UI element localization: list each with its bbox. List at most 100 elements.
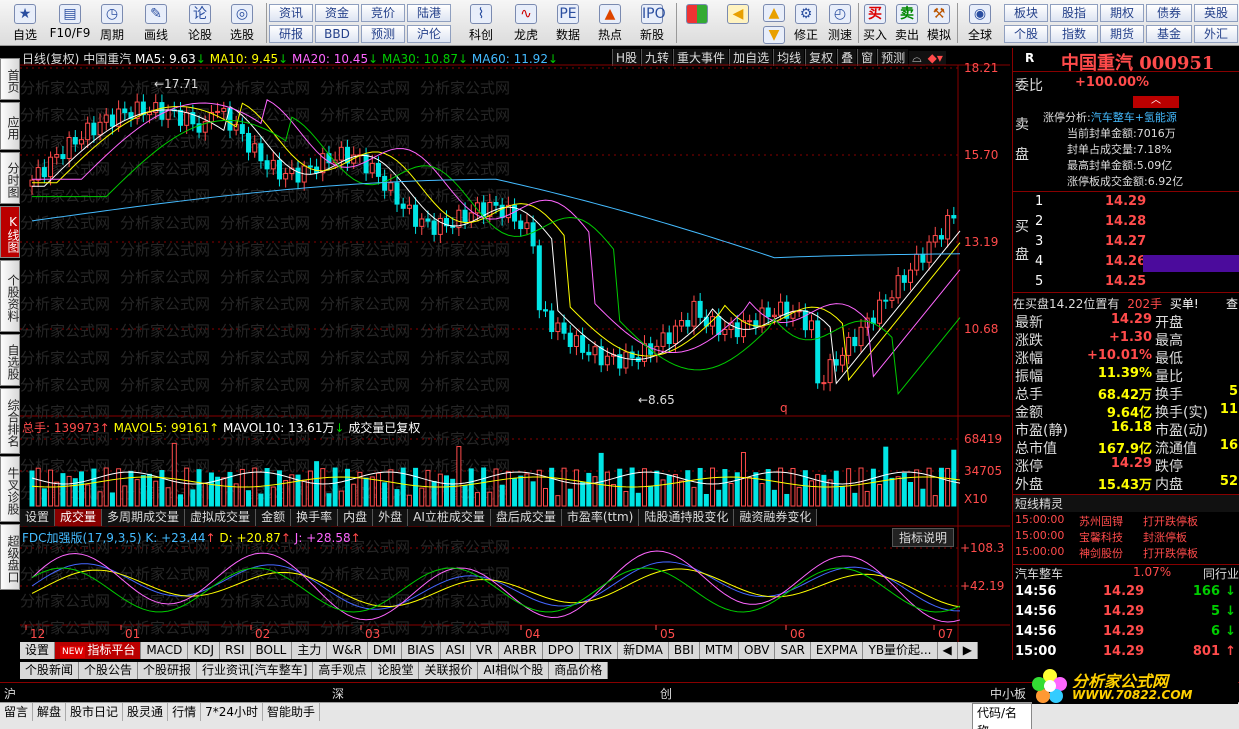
toolbar-longhu-button[interactable]: ∿ 龙虎 bbox=[506, 2, 546, 44]
indicator-tab[interactable]: 设置 bbox=[20, 642, 56, 659]
toolbar-stockindex-button[interactable]: 股指 bbox=[1050, 4, 1098, 22]
news-tab[interactable]: 个股新闻 bbox=[20, 662, 80, 679]
zxb-index-label[interactable]: 中小板 bbox=[990, 685, 1026, 702]
toolbar-simulate-button[interactable]: ⚒ 模拟 bbox=[924, 2, 954, 44]
volume-tab[interactable]: 内盘 bbox=[338, 509, 374, 526]
toolbar-forex-button[interactable]: 外汇 bbox=[1194, 25, 1238, 43]
toolbar-zixuan-button[interactable]: ★ 自选 bbox=[4, 2, 46, 44]
indicator-tab[interactable]: 新DMA bbox=[618, 642, 669, 659]
volume-tab[interactable]: 盘后成交量 bbox=[490, 509, 562, 526]
scroll-right-icon[interactable]: ▶ bbox=[957, 642, 978, 659]
collapse-toggle[interactable]: ︿ bbox=[1133, 96, 1179, 108]
volume-tab[interactable]: 设置 bbox=[20, 509, 56, 526]
indicator-tab[interactable]: DMI bbox=[367, 642, 403, 659]
news-tab[interactable]: 个股公告 bbox=[79, 662, 139, 679]
shortline-row[interactable]: 15:00:00 神剑股份 打开跌停板 bbox=[1013, 545, 1239, 561]
bid-row[interactable]: 2 14.28 bbox=[1013, 214, 1239, 233]
volume-tab[interactable]: AI立桩成交量 bbox=[408, 509, 491, 526]
tab-watchlist[interactable]: 自选股 bbox=[0, 334, 20, 386]
toolbar-f10-button[interactable]: ▤ F10/F9 bbox=[48, 2, 92, 44]
tab-intraday[interactable]: 分时图 bbox=[0, 152, 20, 204]
volume-tab[interactable]: 陆股通持股变化 bbox=[639, 509, 735, 526]
tab-ranking[interactable]: 综合排名 bbox=[0, 388, 20, 454]
indicator-tab[interactable]: ARBR bbox=[498, 642, 543, 659]
sector-row[interactable]: 汽车整车 1.07% 同行业 bbox=[1013, 564, 1239, 582]
toolbar-ipo-button[interactable]: IPO 新股 bbox=[632, 2, 672, 44]
tab-home[interactable]: 首页 bbox=[0, 58, 20, 100]
toolbar-hot-button[interactable]: ▲ 热点 bbox=[590, 2, 630, 44]
toolbar-research-button[interactable]: 研报 bbox=[269, 25, 313, 43]
volume-tab[interactable]: 市盈率(ttm) bbox=[561, 509, 640, 526]
limit-up-sectors[interactable]: 汽车整车+氢能源 bbox=[1091, 111, 1177, 124]
toolbar-sector-button[interactable]: 板块 bbox=[1004, 4, 1048, 22]
kline-chart-area[interactable]: 日线(复权) 中国重汽 MA5: 9.63↓ MA10: 9.45↓ MA20:… bbox=[20, 48, 1010, 642]
tab-stock-profile[interactable]: 个股资料 bbox=[0, 260, 20, 332]
indicator-tab[interactable]: KDJ bbox=[188, 642, 220, 659]
down-button[interactable]: ▼ bbox=[760, 24, 788, 44]
status-item[interactable]: 智能助手 bbox=[263, 703, 320, 721]
scroll-left-icon[interactable]: ◀ bbox=[937, 642, 958, 659]
status-item[interactable]: 股灵通 bbox=[123, 703, 169, 721]
toolbar-speedtest-button[interactable]: ◴ 测速 bbox=[824, 2, 856, 44]
status-item[interactable]: 7*24小时 bbox=[201, 703, 263, 721]
tab-super-quote[interactable]: 超级盘口 bbox=[0, 524, 20, 590]
code-search-input[interactable]: 代码/名称 bbox=[972, 703, 1032, 729]
toolbar-buy-button[interactable]: 买买入 bbox=[860, 2, 890, 44]
indicator-tab[interactable]: DPO bbox=[542, 642, 580, 659]
toolbar-stock-button[interactable]: 个股 bbox=[1004, 25, 1048, 43]
indicator-tab[interactable]: SAR bbox=[775, 642, 811, 659]
volume-tab[interactable]: 虚拟成交量 bbox=[185, 509, 257, 526]
toolbar-shlondon-button[interactable]: 沪伦 bbox=[407, 25, 451, 43]
up-button[interactable]: ▲ bbox=[760, 2, 788, 22]
news-tab[interactable]: 论股堂 bbox=[372, 662, 420, 679]
kline-svg[interactable]: 18.21 15.70 13.19 10.68 68419 34705 X10 +108.3 +… bbox=[20, 48, 1010, 642]
toolbar-global-button[interactable]: ◉ 全球 bbox=[960, 2, 1000, 44]
volume-tab[interactable]: 多周期成交量 bbox=[102, 509, 186, 526]
indicator-tab[interactable]: VR bbox=[471, 642, 499, 659]
toolbar-discuss-button[interactable]: 论论股 bbox=[180, 2, 220, 44]
toolbar-sell-button[interactable]: 卖卖出 bbox=[892, 2, 922, 44]
toolbar-news-button[interactable]: 资讯 bbox=[269, 4, 313, 22]
toolbar-funds-button[interactable]: 资金 bbox=[315, 4, 359, 22]
indicator-tab[interactable]: EXPMA bbox=[810, 642, 864, 659]
bid-row[interactable]: 1 14.29 bbox=[1013, 194, 1239, 213]
indicator-tab[interactable]: OBV bbox=[738, 642, 776, 659]
volume-tab[interactable]: 外盘 bbox=[373, 509, 409, 526]
toolbar-uk-stocks-button[interactable]: 英股 bbox=[1194, 4, 1238, 22]
toolbar-bonds-button[interactable]: 债券 bbox=[1146, 4, 1192, 22]
indicator-tab[interactable]: MTM bbox=[699, 642, 739, 659]
indicator-tab[interactable]: YB量价起... bbox=[863, 642, 938, 659]
news-tab[interactable]: AI相似个股 bbox=[478, 662, 550, 679]
sh-index-label[interactable]: 沪 bbox=[4, 685, 16, 702]
indicator-tab[interactable]: NEW 指标平台 bbox=[55, 642, 142, 659]
volume-tab[interactable]: 成交量 bbox=[55, 509, 103, 526]
toolbar-auction-button[interactable]: 竞价 bbox=[361, 4, 405, 22]
tab-kline[interactable]: K线图 bbox=[0, 206, 20, 258]
toolbar-futures-button[interactable]: 期货 bbox=[1100, 25, 1144, 43]
toolbar-draw-button[interactable]: ✎ 画线 bbox=[136, 2, 176, 44]
toolbar-options-button[interactable]: 期权 bbox=[1100, 4, 1144, 22]
sz-index-label[interactable]: 深 bbox=[332, 685, 344, 702]
bid-row[interactable]: 3 14.27 bbox=[1013, 234, 1239, 253]
indicator-tab[interactable]: BOLL bbox=[250, 642, 293, 659]
news-tab[interactable]: 商品价格 bbox=[549, 662, 609, 679]
toolbar-index-button[interactable]: 指数 bbox=[1050, 25, 1098, 43]
volume-tab[interactable]: 融资融券变化 bbox=[734, 509, 818, 526]
shortline-row[interactable]: 15:00:00 苏州固锝 打开跌停板 bbox=[1013, 513, 1239, 529]
volume-tab[interactable]: 金额 bbox=[256, 509, 292, 526]
shortline-row[interactable]: 15:00:00 宝馨科技 封涨停板 bbox=[1013, 529, 1239, 545]
toolbar-bbd-button[interactable]: BBD bbox=[315, 25, 359, 43]
toolbar-data-button[interactable]: PE 数据 bbox=[548, 2, 588, 44]
indicator-tab[interactable]: BBI bbox=[668, 642, 700, 659]
indicator-tab[interactable]: W&R bbox=[327, 642, 368, 659]
indicator-tab[interactable]: RSI bbox=[220, 642, 251, 659]
indicator-tab[interactable]: ASI bbox=[440, 642, 472, 659]
cy-index-label[interactable]: 创 bbox=[660, 685, 672, 702]
indicator-tab[interactable]: MACD bbox=[141, 642, 189, 659]
bid-row[interactable]: 5 14.25 bbox=[1013, 274, 1239, 293]
back-button[interactable]: ◀ bbox=[718, 2, 758, 44]
tab-diagnosis[interactable]: 牛叉诊股 bbox=[0, 456, 20, 522]
toolbar-select-stock-button[interactable]: ◎ 选股 bbox=[222, 2, 262, 44]
volume-tab[interactable]: 换手率 bbox=[291, 509, 339, 526]
toolbar-forecast-button[interactable]: 预测 bbox=[361, 25, 405, 43]
